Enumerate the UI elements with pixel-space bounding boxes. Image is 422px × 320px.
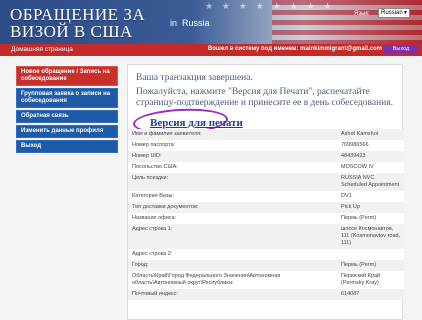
table-row: Название офиса: Пермь (Perm) [128,213,404,224]
table-row: Город: Пермь (Perm) [128,260,404,271]
table-row: Почтовый индекс: 614087 [128,289,404,300]
print-instruction-message: Пожалуйста, нажмите "Версия для Печати",… [136,87,394,108]
row-label: Название офиса: [128,213,338,224]
sidebar-item-group-application[interactable]: Групповая заявка о записи на собеседован… [16,88,118,108]
site-title-line1: ОБРАЩЕНИЕ ЗА [10,5,146,24]
table-row: Адрес строка 1: шоссе Космонавтов, 111 (K… [128,224,404,249]
table-row: Посольство США: MOSCOW IV [128,162,404,173]
row-label: Номер паспорта: [128,140,338,151]
table-row: Адрес строка 2: [128,249,404,260]
main-panel: Ваша транзакция завершена. Пожалуйста, н… [127,64,404,320]
sidebar: Новое обращение / Запись на собеседовани… [16,66,118,155]
sidebar-item-new-application[interactable]: Новое обращение / Запись на собеседовани… [16,66,118,86]
language-selected: Russian [381,10,403,16]
table-row: Категория Визы: DV1 [128,191,404,202]
table-row: Область\Край\Город Федерального Значения… [128,271,404,289]
login-status: Вошел в систему под именем: mainkimmigra… [207,46,382,52]
logout-button[interactable]: Выход [384,45,418,54]
country-name: Russia [182,18,210,28]
row-value: 769986566 [338,140,404,151]
row-value: Пермь (Perm) [338,260,404,271]
sidebar-item-logout[interactable]: Выход [16,140,118,153]
row-value: 614087 [338,289,404,300]
row-value [338,249,404,260]
row-value: 48439423 [338,151,404,162]
table-row: Цель поездки: RUSSIA NVC Scheduled Appoin… [128,173,404,191]
row-value: MOSCOW IV [338,162,404,173]
confirmation-table: Имя и фамилия заявителя: Ashot Kamshot Но… [128,129,404,300]
country-prefix: in [170,18,178,28]
row-label: Цель поездки: [128,173,338,191]
chevron-down-icon: ▼ [403,10,408,16]
site-header: ★ ★ ★ ★ ★ ★ ★ ★ ОБРАЩЕНИЕ ЗА ВИЗОЙ В США… [0,0,422,44]
row-value: DV1 [338,191,404,202]
sidebar-item-edit-profile[interactable]: Изменить данные профиля [16,125,118,138]
row-label: Адрес строка 2: [128,249,338,260]
row-label: Область\Край\Город Федерального Значения… [128,271,338,289]
table-row: Номер UID: 48439423 [128,151,404,162]
sidebar-item-feedback[interactable]: Обратная связь [16,110,118,123]
row-label: Категория Визы: [128,191,338,202]
row-value: Pick Up [338,202,404,213]
row-value: Пермский Край (Permsky Kray) [338,271,404,289]
transaction-complete-message: Ваша транзакция завершена. [136,73,253,83]
row-label: Номер UID: [128,151,338,162]
row-label: Город: [128,260,338,271]
home-link[interactable]: Домашняя страница [11,46,73,53]
row-value: Пермь (Perm) [338,213,404,224]
table-row: Тип доставки документов: Pick Up [128,202,404,213]
site-title-line2: ВИЗОЙ В США [10,22,133,41]
row-value: RUSSIA NVC Scheduled Appointment [338,173,404,191]
print-version-link[interactable]: Версия для печати [150,117,243,129]
table-row: Номер паспорта: 769986566 [128,140,404,151]
country-indicator: in Russia [170,18,210,28]
flag-stars: ★ ★ ★ ★ ★ ★ ★ ★ [205,2,335,12]
site-title: ОБРАЩЕНИЕ ЗА ВИЗОЙ В США [10,6,145,40]
row-value: Ashot Kamshot [338,129,404,140]
top-nav: Домашняя страница Вошел в систему под им… [0,44,422,56]
language-label: Язык: [354,11,370,17]
row-label: Имя и фамилия заявителя: [128,129,338,140]
row-label: Адрес строка 1: [128,224,338,249]
row-label: Тип доставки документов: [128,202,338,213]
table-row: Имя и фамилия заявителя: Ashot Kamshot [128,129,404,140]
row-label: Посольство США: [128,162,338,173]
language-select[interactable]: Russian ▼ [378,8,410,18]
row-label: Почтовый индекс: [128,289,338,300]
row-value: шоссе Космонавтов, 111 (Kosmonavtov road… [338,224,404,249]
